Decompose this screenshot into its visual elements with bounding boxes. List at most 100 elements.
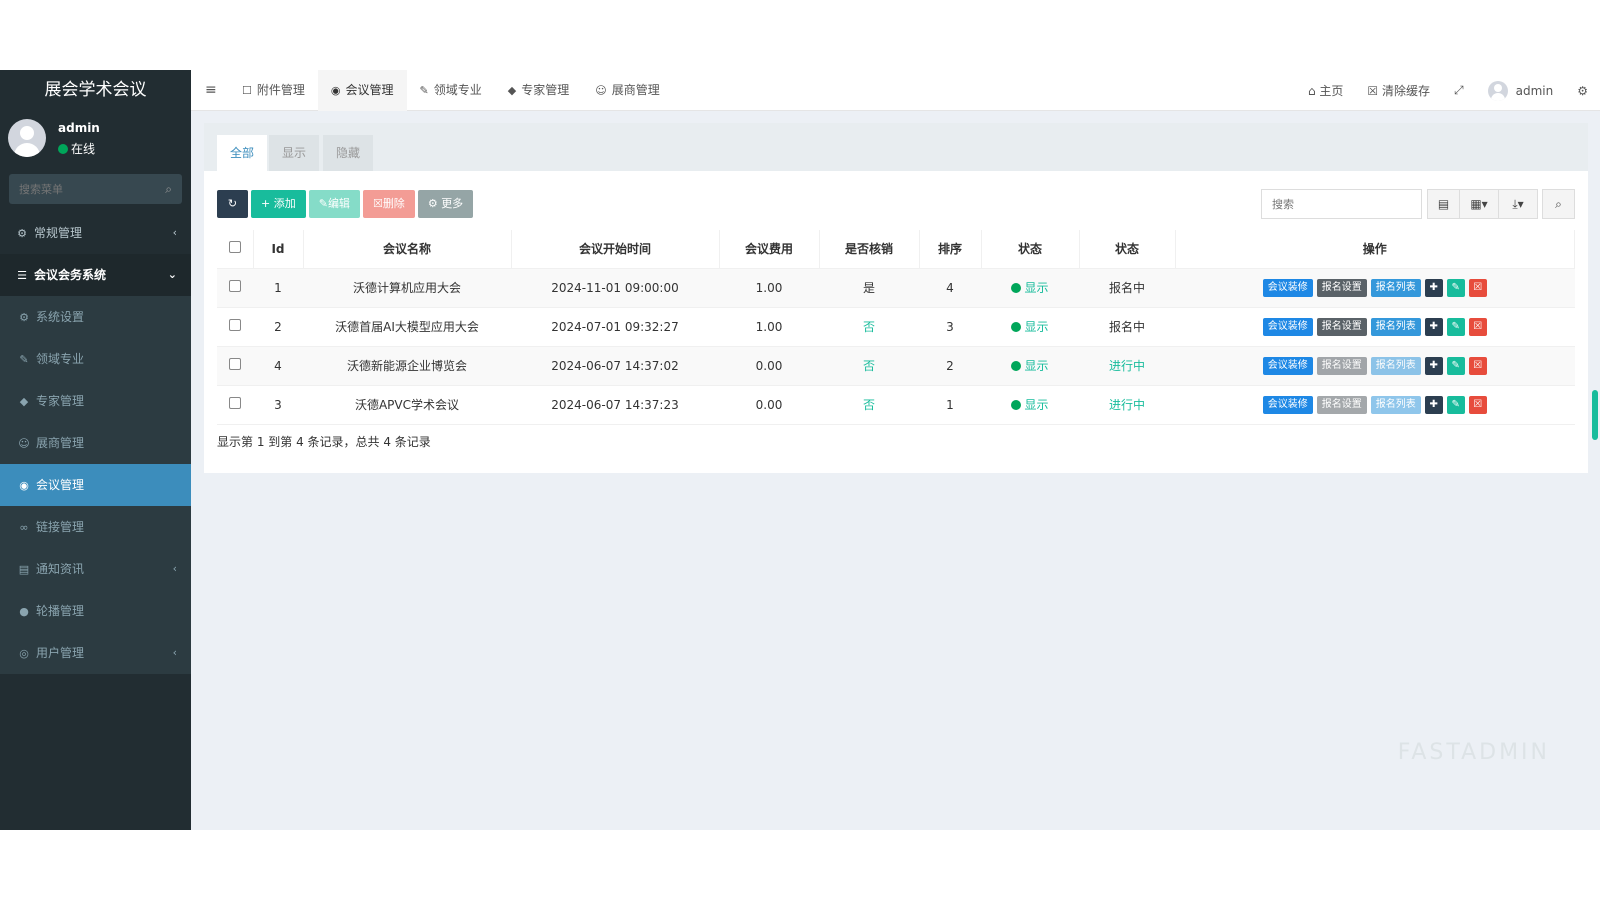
- tab-all[interactable]: 全部: [217, 135, 268, 171]
- table-search-input[interactable]: [1261, 189, 1422, 219]
- users-icon: ☺: [18, 437, 30, 450]
- signup-settings-button[interactable]: 报名设置: [1316, 317, 1367, 336]
- cell-status[interactable]: 显示: [981, 268, 1079, 308]
- tab-hidden[interactable]: 隐藏: [323, 135, 374, 171]
- tab-experts[interactable]: ◆ 专家管理: [495, 70, 582, 111]
- row-checkbox[interactable]: [229, 358, 241, 370]
- column-header[interactable]: 排序: [919, 230, 982, 269]
- search-icon[interactable]: ⌕: [165, 182, 172, 197]
- sidebar-item-system-settings[interactable]: ⚙ 系统设置: [0, 296, 191, 338]
- row-checkbox[interactable]: [229, 319, 241, 331]
- pencil-icon[interactable]: ✎: [1446, 317, 1465, 336]
- signup-list-button[interactable]: 报名列表: [1370, 278, 1421, 297]
- column-header[interactable]: 状态: [981, 230, 1080, 269]
- tab-meetings[interactable]: ◉ 会议管理: [317, 70, 407, 111]
- move-icon[interactable]: ✚: [1424, 356, 1443, 375]
- refresh-icon: ↻: [227, 197, 238, 210]
- menu-toggle-icon[interactable]: ≡: [205, 82, 217, 98]
- status-label: 显示: [1024, 281, 1049, 295]
- column-header[interactable]: 会议名称: [303, 230, 512, 269]
- row-checkbox-cell: [217, 268, 253, 308]
- pencil-icon[interactable]: ✎: [1446, 356, 1465, 375]
- signup-list-button[interactable]: 报名列表: [1370, 317, 1421, 336]
- filter-tabs: 全部 显示 隐藏: [204, 123, 1588, 171]
- table-tools: ▤ ▦▾ ⤓▾ ⌕: [1261, 189, 1575, 219]
- table-row[interactable]: 3 沃德APVC学术会议 2024-06-07 14:37:23 0.00 否 …: [217, 385, 1575, 425]
- table-row[interactable]: 1 沃德计算机应用大会 2024-11-01 09:00:00 1.00 是 4…: [217, 268, 1575, 308]
- more-button[interactable]: ⚙ 更多: [417, 190, 474, 218]
- tab-attachments[interactable]: ☐ 附件管理: [229, 70, 318, 111]
- row-checkbox[interactable]: [229, 280, 241, 292]
- cell-status[interactable]: 显示: [981, 307, 1079, 347]
- sidebar-item-meetings[interactable]: ◉ 会议管理: [0, 464, 191, 506]
- menu-search-input[interactable]: [9, 174, 149, 204]
- scrollbar[interactable]: [1592, 390, 1598, 440]
- trash-icon[interactable]: ☒: [1468, 356, 1487, 375]
- decorate-button[interactable]: 会议装修: [1262, 395, 1313, 414]
- column-header[interactable]: 是否核销: [819, 230, 920, 269]
- cell-sort: 2: [919, 346, 981, 386]
- chevron-down-icon: ⌄: [167, 268, 177, 281]
- search-icon[interactable]: ⌕: [1542, 189, 1575, 219]
- add-button[interactable]: + 添加: [251, 190, 306, 218]
- cell-verify: 否: [819, 307, 919, 347]
- sidebar-item-fields[interactable]: ✎ 领域专业: [0, 338, 191, 380]
- pencil-icon[interactable]: ✎: [1446, 395, 1465, 414]
- sidebar-item-users[interactable]: ◎ 用户管理 ‹: [0, 632, 191, 674]
- move-icon[interactable]: ✚: [1424, 278, 1443, 297]
- column-header[interactable]: 会议费用: [719, 230, 820, 269]
- edit-button[interactable]: ✎编辑: [308, 190, 360, 218]
- row-checkbox[interactable]: [229, 397, 241, 409]
- move-icon[interactable]: ✚: [1424, 395, 1443, 414]
- decorate-button[interactable]: 会议装修: [1262, 356, 1313, 375]
- columns-icon[interactable]: ▦▾: [1459, 189, 1499, 219]
- clear-cache-button[interactable]: ☒ 清除缓存: [1355, 82, 1442, 99]
- sidebar-item-general[interactable]: ⚙ 常规管理 ‹: [0, 212, 191, 254]
- tab-fields[interactable]: ✎ 领域专业: [407, 70, 495, 111]
- column-header[interactable]: Id: [253, 230, 304, 269]
- signup-settings-button[interactable]: 报名设置: [1316, 395, 1367, 414]
- trash-icon[interactable]: ☒: [1468, 395, 1487, 414]
- fullscreen-icon[interactable]: ⤢: [1442, 83, 1476, 98]
- sidebar-item-exhibitors[interactable]: ☺ 展商管理: [0, 422, 191, 464]
- cell-verify: 否: [819, 346, 919, 386]
- sidebar-item-carousel[interactable]: ● 轮播管理: [0, 590, 191, 632]
- sidebar-item-meeting-system[interactable]: ☰ 会议会务系统 ⌄: [0, 254, 191, 296]
- tab-exhibitors[interactable]: ☺ 展商管理: [582, 70, 672, 111]
- pencil-icon[interactable]: ✎: [1446, 278, 1465, 297]
- column-header[interactable]: 状态: [1079, 230, 1176, 269]
- table-row[interactable]: 4 沃德新能源企业博览会 2024-06-07 14:37:02 0.00 否 …: [217, 346, 1575, 386]
- row-checkbox-cell: [217, 346, 253, 386]
- table-row[interactable]: 2 沃德首届AI大模型应用大会 2024-07-01 09:32:27 1.00…: [217, 307, 1575, 347]
- sidebar-item-news[interactable]: ▤ 通知资讯 ‹: [0, 548, 191, 590]
- signup-settings-button[interactable]: 报名设置: [1316, 278, 1367, 297]
- signup-list-button[interactable]: 报名列表: [1370, 356, 1421, 375]
- clear-cache-label: 清除缓存: [1382, 84, 1431, 98]
- trash-icon[interactable]: ☒: [1468, 278, 1487, 297]
- signup-list-button[interactable]: 报名列表: [1370, 395, 1421, 414]
- sidebar-item-experts[interactable]: ◆ 专家管理: [0, 380, 191, 422]
- settings-icon[interactable]: ⚙: [1565, 84, 1600, 98]
- user-menu[interactable]: admin: [1476, 80, 1566, 101]
- toggle-view-icon[interactable]: ▤: [1427, 189, 1460, 219]
- delete-button[interactable]: ☒删除: [362, 190, 415, 218]
- refresh-button[interactable]: ↻: [217, 190, 248, 218]
- top-navbar: ≡ ☐ 附件管理 ◉ 会议管理 ✎ 领域专业 ◆ 专家管理 ☺ 展商管理 ⌂ 主页 ☒ 清…: [191, 70, 1600, 111]
- status-label: 显示: [1024, 398, 1049, 412]
- tab-visible[interactable]: 显示: [269, 135, 320, 171]
- move-icon[interactable]: ✚: [1424, 317, 1443, 336]
- trash-icon[interactable]: ☒: [1468, 317, 1487, 336]
- signup-settings-button[interactable]: 报名设置: [1316, 356, 1367, 375]
- decorate-button[interactable]: 会议装修: [1262, 278, 1313, 297]
- sidebar-item-links[interactable]: ∞ 链接管理: [0, 506, 191, 548]
- column-header[interactable]: 会议开始时间: [511, 230, 720, 269]
- chevron-left-icon: ‹: [172, 226, 177, 239]
- sidebar-item-label: 轮播管理: [36, 604, 85, 618]
- tab-label: 领域专业: [433, 83, 482, 97]
- decorate-button[interactable]: 会议装修: [1262, 317, 1313, 336]
- select-all-checkbox[interactable]: [228, 241, 241, 254]
- home-link[interactable]: ⌂ 主页: [1296, 82, 1355, 99]
- cell-status[interactable]: 显示: [981, 385, 1079, 425]
- export-icon[interactable]: ⤓▾: [1498, 189, 1538, 219]
- cell-status[interactable]: 显示: [981, 346, 1079, 386]
